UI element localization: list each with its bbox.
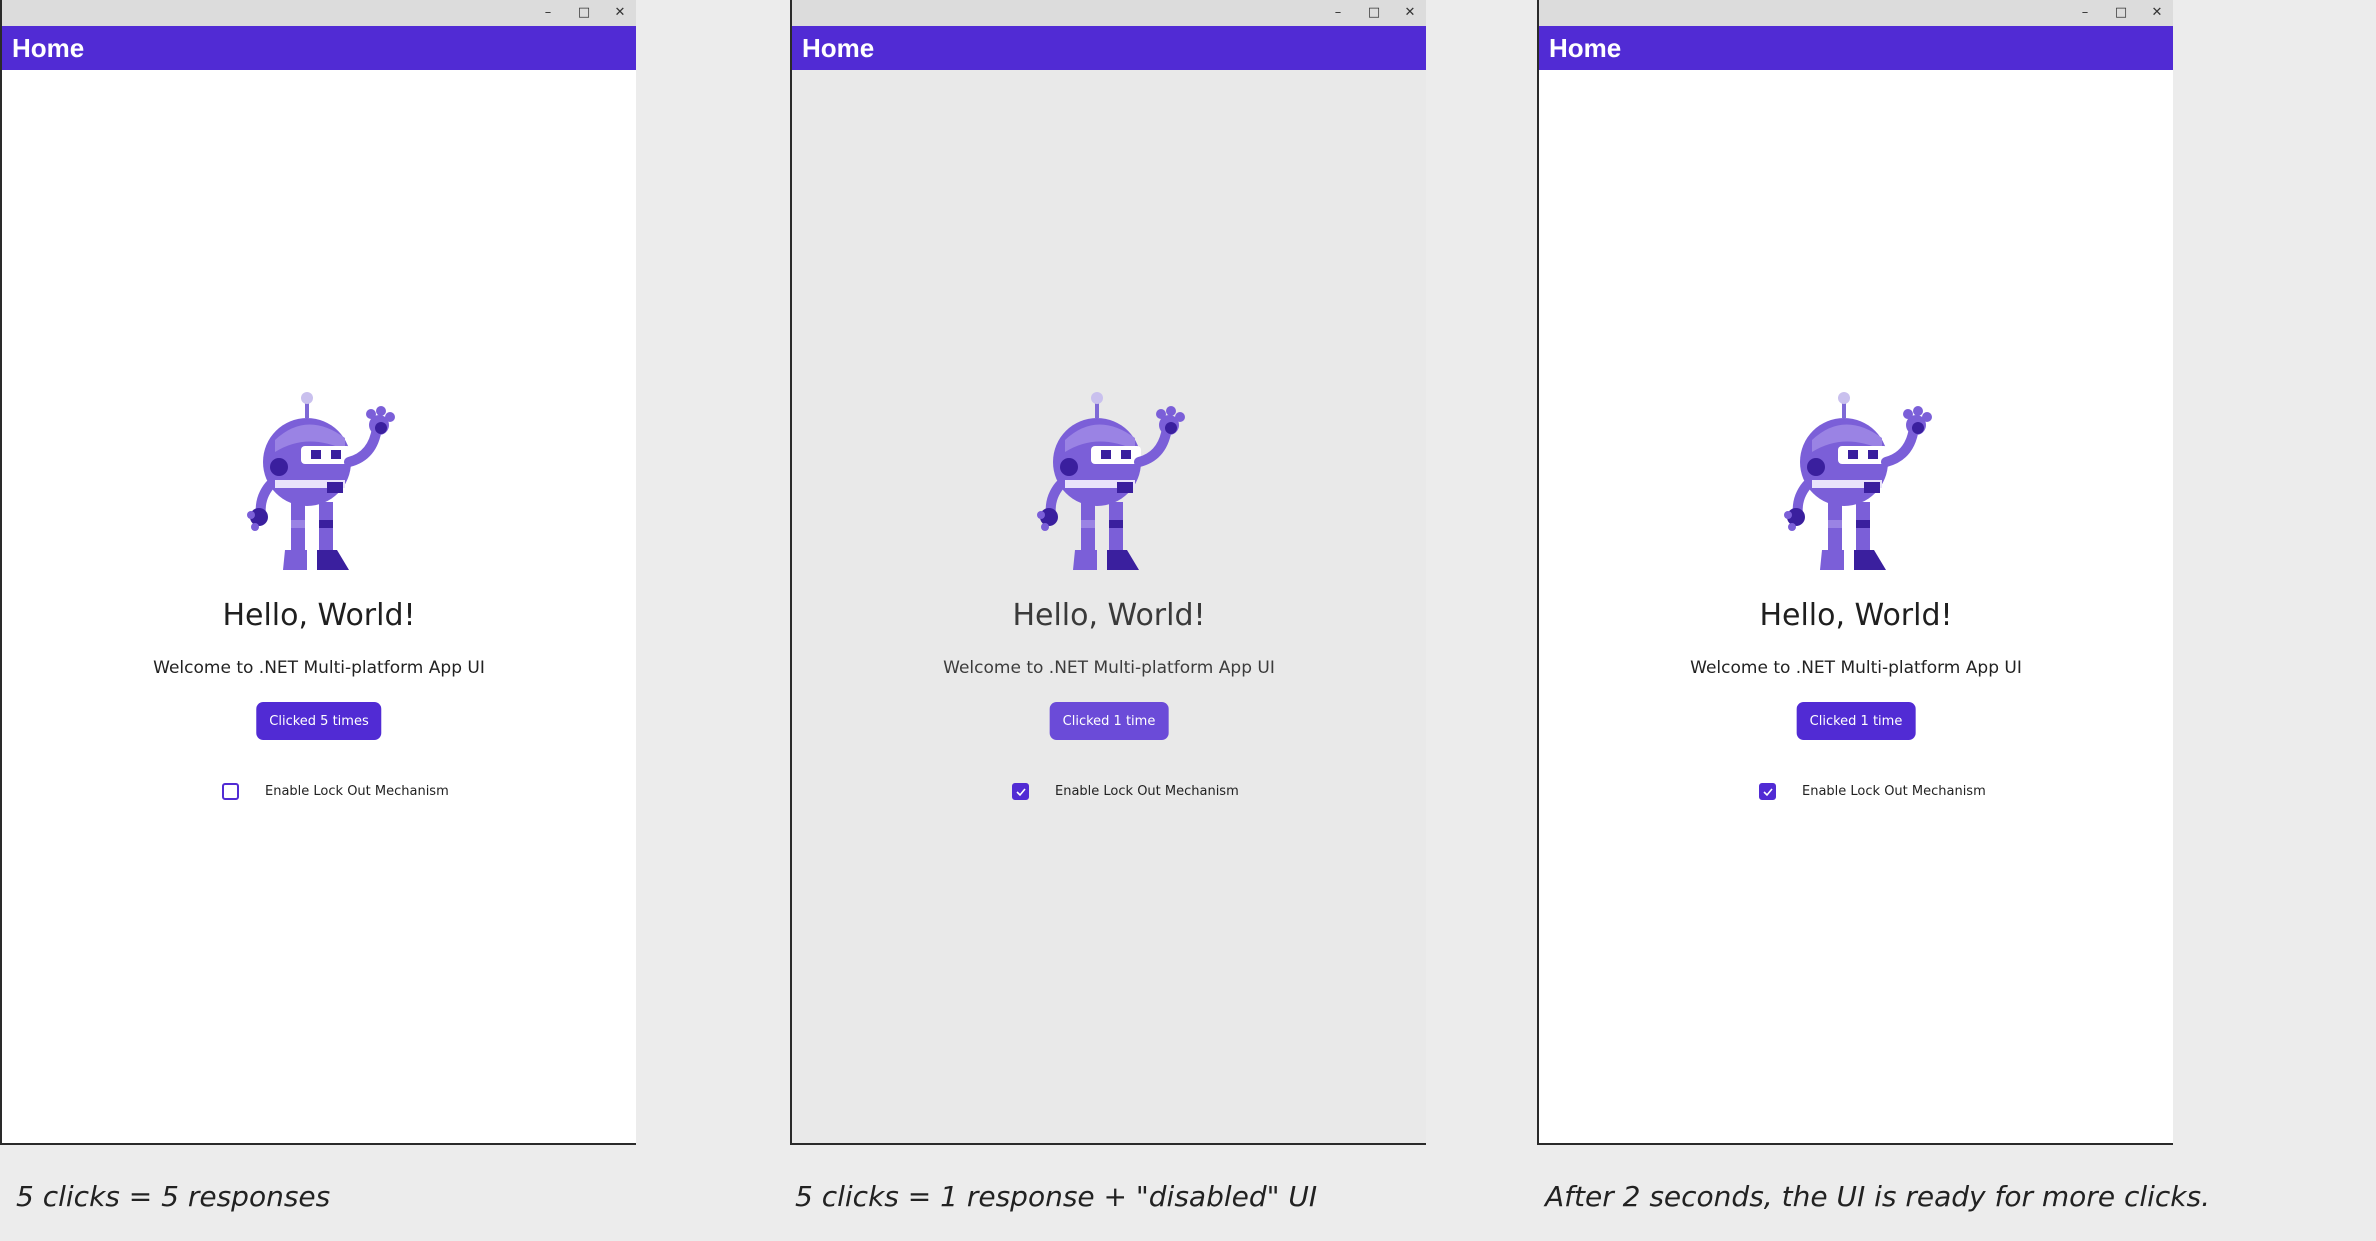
main-content: Hello, World! Welcome to .NET Multi-plat… xyxy=(1539,70,2173,1143)
checkmark-icon xyxy=(1763,788,1773,797)
window-titlebar: – □ ✕ xyxy=(2,0,636,26)
lock-out-label: Enable Lock Out Mechanism xyxy=(265,784,449,799)
window-titlebar: – □ ✕ xyxy=(1539,0,2173,26)
maximize-icon[interactable]: □ xyxy=(1365,4,1383,22)
lock-out-row: Enable Lock Out Mechanism xyxy=(2,781,636,805)
caption-3: After 2 seconds, the UI is ready for mor… xyxy=(1545,1180,2210,1213)
counter-button[interactable]: Clicked 5 times xyxy=(256,702,382,740)
app-window-1: – □ ✕ Home Hello, World! Welcome to .NET… xyxy=(0,0,636,1145)
lock-out-checkbox[interactable] xyxy=(1759,783,1776,800)
lock-out-row: Enable Lock Out Mechanism xyxy=(1539,781,2173,805)
lock-out-row: Enable Lock Out Mechanism xyxy=(792,781,1426,805)
main-content: Hello, World! Welcome to .NET Multi-plat… xyxy=(2,70,636,1143)
caption-2: 5 clicks = 1 response + "disabled" UI xyxy=(795,1180,1318,1213)
page-title: Home xyxy=(802,32,875,63)
close-icon[interactable]: ✕ xyxy=(2148,4,2166,22)
lock-out-checkbox[interactable] xyxy=(222,783,239,800)
caption-1: 5 clicks = 5 responses xyxy=(16,1180,331,1213)
minimize-icon[interactable]: – xyxy=(2076,4,2094,22)
window-titlebar: – □ ✕ xyxy=(792,0,1426,26)
hello-heading: Hello, World! xyxy=(1759,598,1953,633)
app-window-3: – □ ✕ Home Hello, World! Welcome to .NET… xyxy=(1537,0,2173,1145)
navigation-bar: Home xyxy=(792,26,1426,70)
screenshot-stage: – □ ✕ Home Hello, World! Welcome to .NET… xyxy=(0,0,2376,1241)
maximize-icon[interactable]: □ xyxy=(2112,4,2130,22)
close-icon[interactable]: ✕ xyxy=(1401,4,1419,22)
welcome-text: Welcome to .NET Multi-platform App UI xyxy=(1690,658,2022,678)
lock-out-checkbox[interactable] xyxy=(1012,783,1029,800)
counter-button[interactable]: Clicked 1 time xyxy=(1796,702,1916,740)
maximize-icon[interactable]: □ xyxy=(575,4,593,22)
navigation-bar: Home xyxy=(1539,26,2173,70)
main-content: Hello, World! Welcome to .NET Multi-plat… xyxy=(792,70,1426,1143)
page-title: Home xyxy=(1549,32,1622,63)
hello-heading: Hello, World! xyxy=(1012,598,1206,633)
app-window-2: – □ ✕ Home Hello, World! Welcome to .NET… xyxy=(790,0,1426,1145)
close-icon[interactable]: ✕ xyxy=(611,4,629,22)
dotnet-bot-icon xyxy=(1037,392,1185,570)
lock-out-label: Enable Lock Out Mechanism xyxy=(1055,784,1239,799)
lock-out-label: Enable Lock Out Mechanism xyxy=(1802,784,1986,799)
page-title: Home xyxy=(12,32,85,63)
counter-button[interactable]: Clicked 1 time xyxy=(1049,702,1169,740)
dotnet-bot-icon xyxy=(1784,392,1932,570)
minimize-icon[interactable]: – xyxy=(539,4,557,22)
welcome-text: Welcome to .NET Multi-platform App UI xyxy=(943,658,1275,678)
hello-heading: Hello, World! xyxy=(222,598,416,633)
dotnet-bot-icon xyxy=(247,392,395,570)
minimize-icon[interactable]: – xyxy=(1329,4,1347,22)
navigation-bar: Home xyxy=(2,26,636,70)
welcome-text: Welcome to .NET Multi-platform App UI xyxy=(153,658,485,678)
checkmark-icon xyxy=(1016,788,1026,797)
